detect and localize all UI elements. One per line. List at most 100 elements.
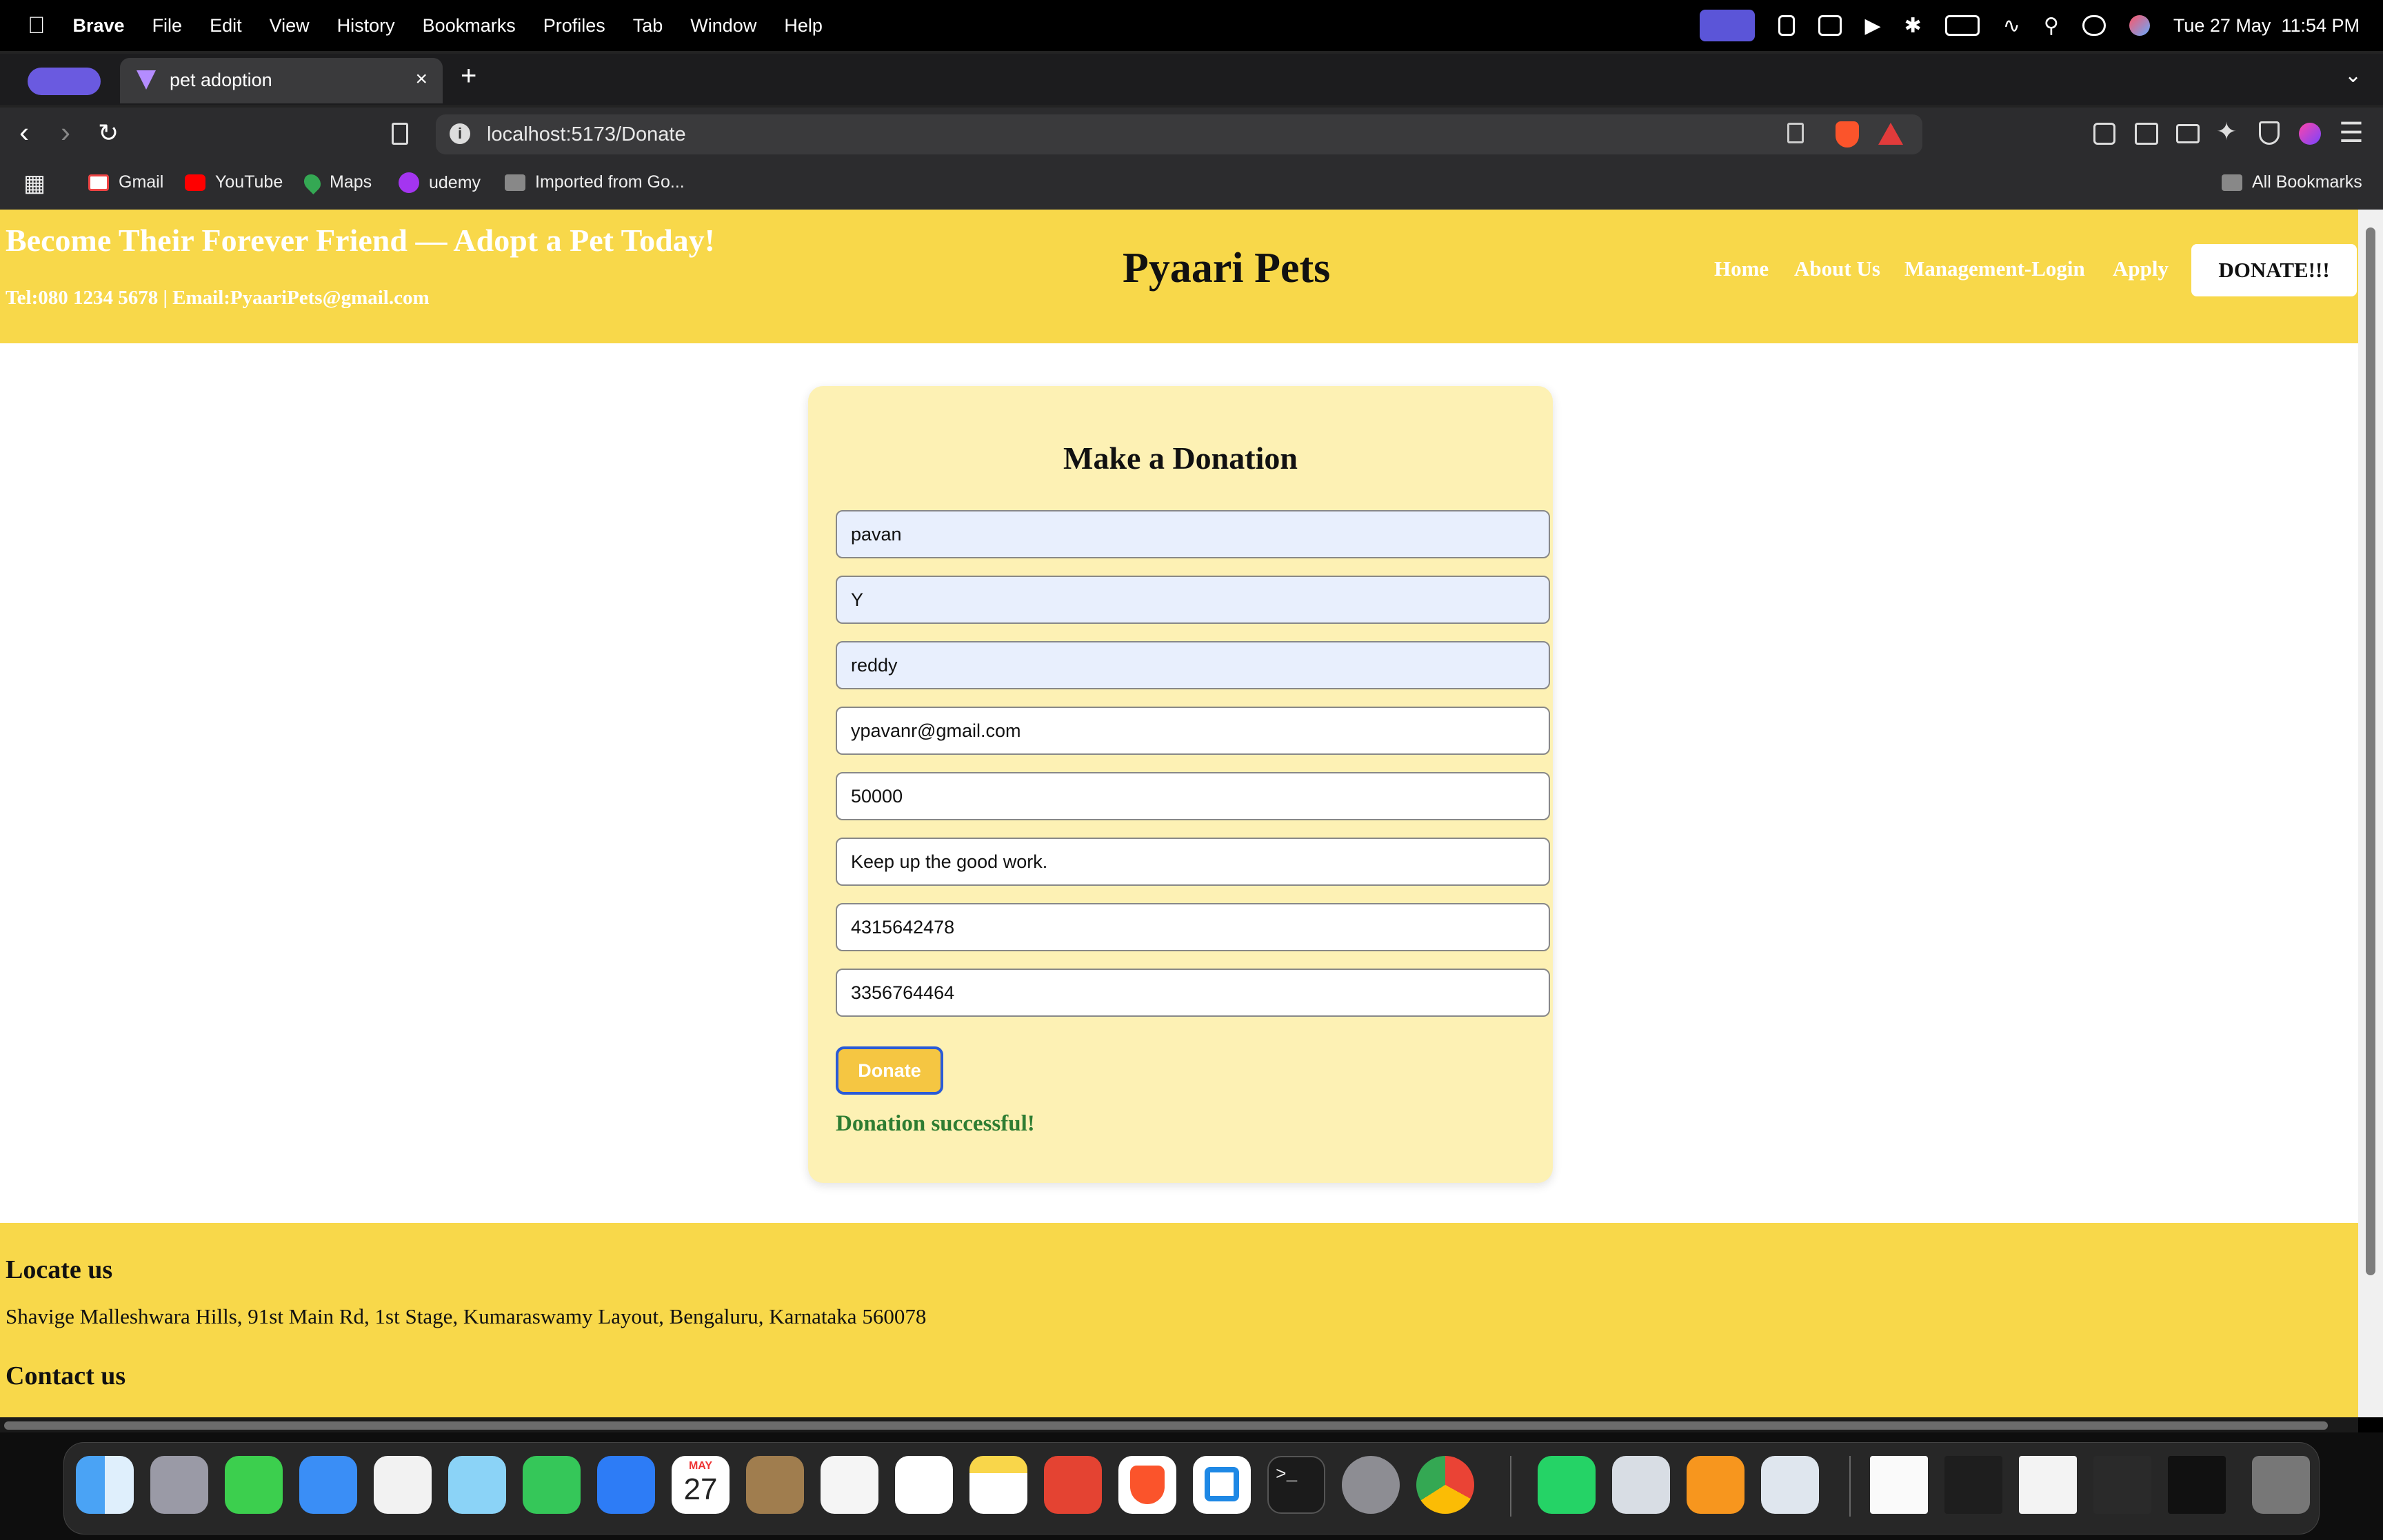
battery-icon[interactable] [1944, 15, 1980, 36]
minimized-window-3[interactable] [2093, 1456, 2151, 1514]
minimized-window-2[interactable] [2019, 1456, 2077, 1514]
dock-separator [1510, 1456, 1511, 1517]
tab-pet-adoption[interactable]: pet adoption × [120, 58, 443, 103]
tab-list-chevron-icon[interactable]: ⌄ [2344, 63, 2362, 88]
menu-edit[interactable]: Edit [210, 15, 242, 37]
xcode-icon[interactable] [597, 1456, 655, 1514]
preview-icon[interactable] [1612, 1456, 1670, 1514]
wallet-icon[interactable] [2176, 124, 2200, 143]
profile-avatar[interactable] [2299, 123, 2321, 145]
vertical-scroll-thumb[interactable] [2366, 227, 2375, 1275]
apps-grid-icon[interactable]: ▦ [23, 170, 46, 197]
reminders-icon[interactable] [895, 1456, 953, 1514]
apple-icon[interactable]:  [28, 12, 46, 39]
bookmark-youtube[interactable]: YouTube [185, 172, 283, 192]
calendar-icon[interactable]: MAY 27 [672, 1456, 730, 1514]
header-donate-button[interactable]: DONATE!!! [2191, 244, 2357, 296]
wifi-icon[interactable]: ∿ [2003, 14, 2020, 38]
tab-group-indicator[interactable] [28, 68, 101, 95]
notes-icon[interactable] [969, 1456, 1027, 1514]
menu-app-name[interactable]: Brave [73, 15, 125, 37]
menu-tab[interactable]: Tab [633, 15, 663, 37]
search-icon[interactable]: ⚲ [2044, 14, 2059, 38]
facetime-icon[interactable] [523, 1456, 581, 1514]
pages-icon[interactable] [1687, 1456, 1744, 1514]
horizontal-scroll-thumb[interactable] [4, 1421, 2328, 1430]
nav-about-us[interactable]: About Us [1794, 256, 1880, 281]
menu-file[interactable]: File [152, 15, 183, 37]
nav-apply[interactable]: Apply [2113, 256, 2169, 281]
mail-icon[interactable] [299, 1456, 357, 1514]
menu-history[interactable]: History [337, 15, 395, 37]
first-name-input[interactable]: pavan [836, 510, 1550, 558]
trash-icon[interactable] [2252, 1456, 2310, 1514]
minimized-window-1[interactable] [1944, 1456, 2002, 1514]
vpn-icon[interactable] [2259, 121, 2280, 145]
menu-help[interactable]: Help [784, 15, 823, 37]
bookmark-tray-icon[interactable] [1778, 15, 1795, 36]
postgres-icon[interactable] [1761, 1456, 1819, 1514]
vscode-icon[interactable] [1193, 1456, 1251, 1514]
siri-icon[interactable] [2129, 15, 2150, 36]
bookmark-imported-folder[interactable]: Imported from Go... [505, 172, 685, 192]
message-input[interactable]: Keep up the good work. [836, 838, 1550, 886]
back-icon[interactable]: ‹ [19, 116, 29, 149]
bluetooth-icon[interactable]: ✱ [1904, 14, 1922, 38]
last-name-input[interactable]: reddy [836, 641, 1550, 689]
messages-icon[interactable] [225, 1456, 283, 1514]
middle-name-input[interactable]: Y [836, 576, 1550, 624]
minimized-window-4[interactable] [2168, 1456, 2226, 1514]
maps-icon[interactable] [448, 1456, 506, 1514]
menu-view[interactable]: View [270, 15, 310, 37]
address-bar[interactable]: i localhost:5173/Donate [436, 114, 1922, 154]
nav-management-login[interactable]: Management-Login [1904, 256, 2085, 281]
screen-sharing-icon[interactable] [374, 1456, 432, 1514]
menu-bookmarks[interactable]: Bookmarks [423, 15, 516, 37]
nav-home[interactable]: Home [1714, 256, 1769, 281]
brave-dock-icon[interactable] [1118, 1456, 1176, 1514]
menu-window[interactable]: Window [690, 15, 756, 37]
control-center-icon[interactable] [2082, 15, 2106, 36]
url-text[interactable]: localhost:5173/Donate [487, 123, 686, 146]
contacts-icon[interactable] [746, 1456, 804, 1514]
textedit-icon[interactable] [821, 1456, 878, 1514]
amount-input[interactable]: 50000 [836, 772, 1550, 820]
finder-icon[interactable] [76, 1456, 134, 1514]
extensions-icon[interactable] [2093, 123, 2115, 145]
bookmark-maps[interactable]: Maps [301, 170, 372, 194]
terminal-icon[interactable]: >_ [1267, 1456, 1325, 1514]
menu-profiles[interactable]: Profiles [543, 15, 605, 37]
launchpad-icon[interactable] [150, 1456, 208, 1514]
screen-share-icon[interactable] [1699, 10, 1755, 41]
email-input[interactable]: ypavanr@gmail.com [836, 707, 1550, 755]
card-number-input[interactable]: 3356764464 [836, 969, 1550, 1017]
window-tray-icon[interactable] [1818, 15, 1842, 36]
site-info-icon[interactable]: i [450, 123, 470, 144]
footer-contact-heading: Contact us [6, 1361, 126, 1390]
new-tab-button[interactable]: + [461, 61, 476, 92]
sidebar-icon[interactable] [2135, 123, 2158, 145]
play-icon[interactable]: ▶ [1865, 14, 1881, 38]
reload-icon[interactable]: ↻ [98, 119, 119, 148]
hamburger-menu-icon[interactable]: ☰ [2339, 117, 2364, 149]
todoist-icon[interactable] [1044, 1456, 1102, 1514]
leo-ai-icon[interactable]: ✦ [2216, 117, 2237, 146]
system-settings-icon[interactable] [1342, 1456, 1400, 1514]
menu-clock[interactable]: Tue 27 May 11:54 PM [2173, 15, 2360, 37]
brave-rewards-icon[interactable] [1878, 123, 1903, 145]
site-brand[interactable]: Pyaari Pets [1123, 244, 1330, 293]
bookmark-gmail[interactable]: Gmail [88, 172, 163, 192]
phone-input[interactable]: 4315642478 [836, 903, 1550, 951]
all-bookmarks[interactable]: All Bookmarks [2222, 172, 2362, 192]
close-tab-icon[interactable]: × [415, 68, 428, 91]
whatsapp-icon[interactable] [1538, 1456, 1596, 1514]
forward-icon[interactable]: › [61, 116, 70, 149]
chrome-icon[interactable] [1416, 1456, 1474, 1514]
recent-document-thumbnail[interactable] [1870, 1456, 1928, 1514]
donate-submit-button[interactable]: Donate [836, 1046, 943, 1095]
share-icon[interactable] [1787, 123, 1804, 143]
brave-shields-icon[interactable] [1836, 121, 1859, 148]
bookmark-udemy[interactable]: udemy [399, 172, 481, 193]
tab-title: pet adoption [170, 70, 272, 90]
bookmark-page-icon[interactable] [392, 123, 408, 145]
